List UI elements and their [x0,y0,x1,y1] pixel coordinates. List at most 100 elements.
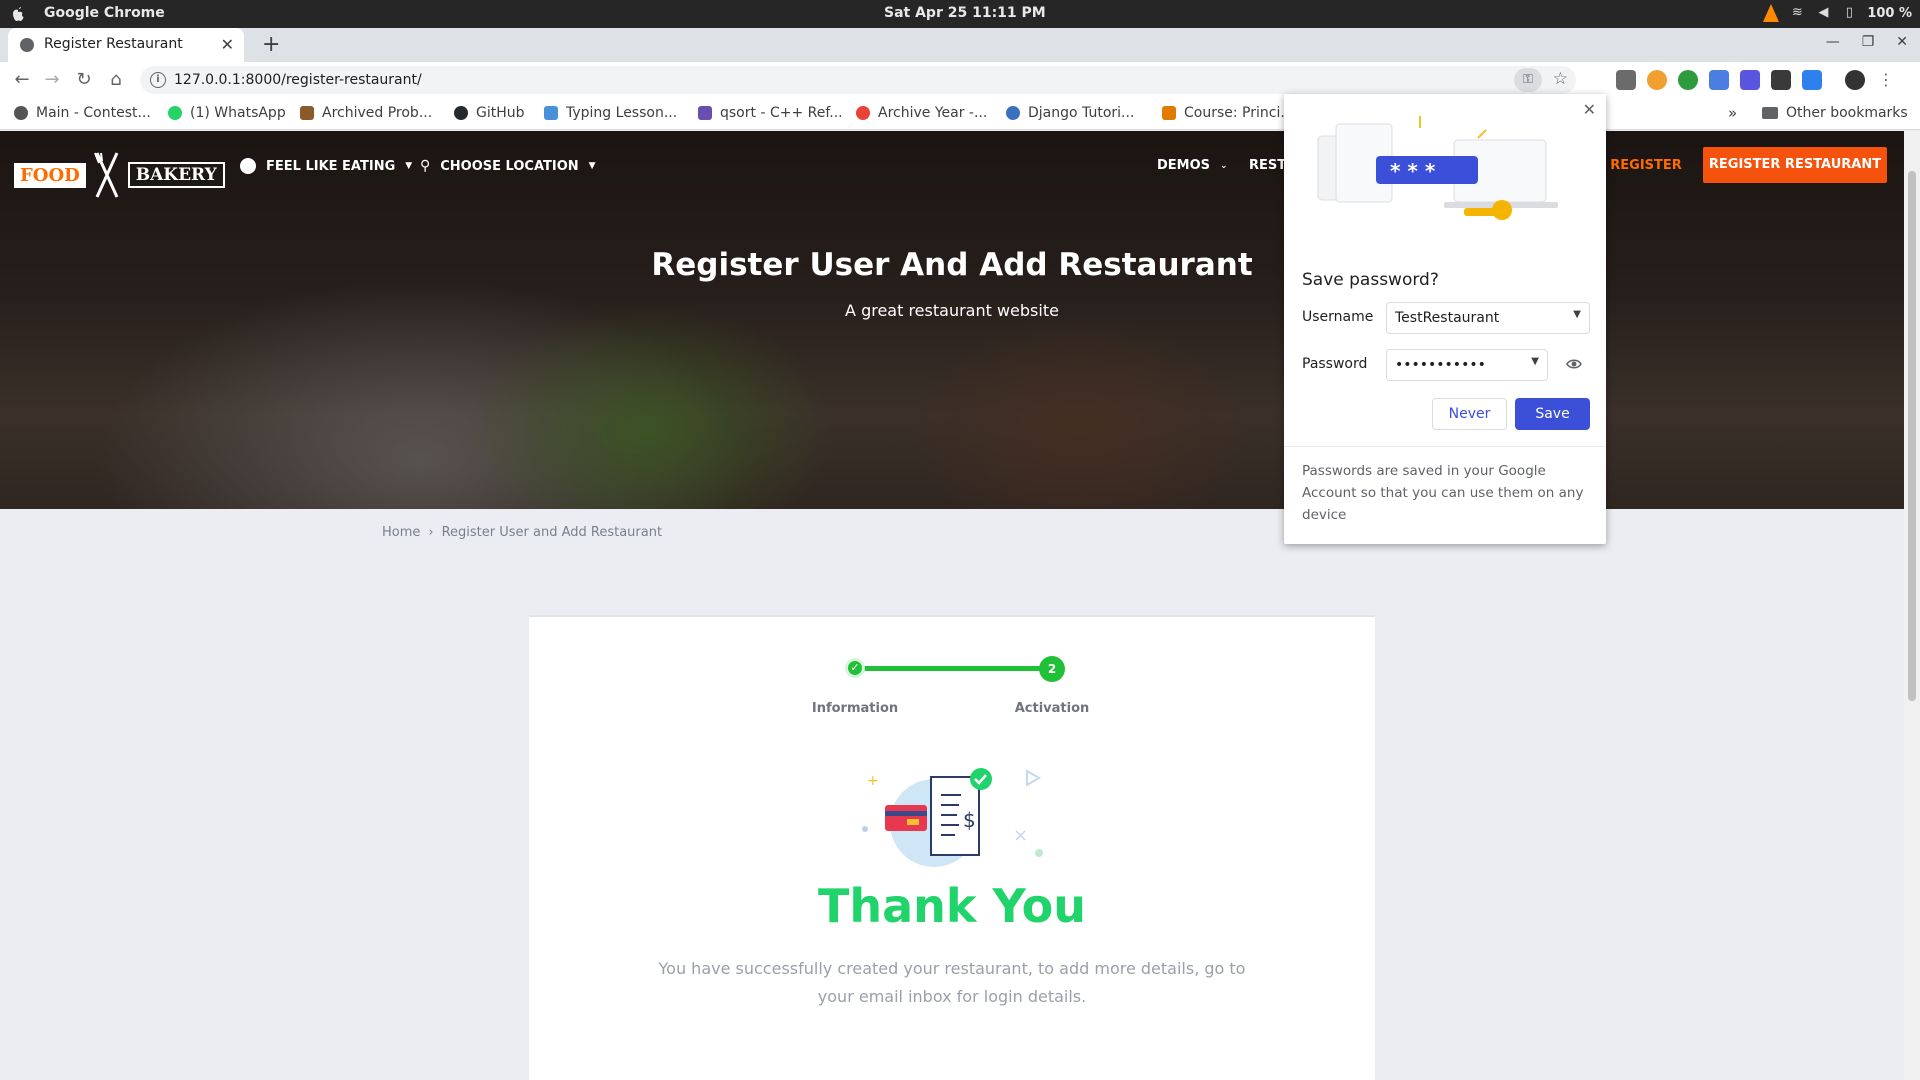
system-clock[interactable]: Sat Apr 25 11:11 PM [884,5,1046,21]
fork-knife-icon [93,152,119,198]
nav-demos[interactable]: DEMOS ⌄ [1157,158,1228,173]
battery-icon[interactable]: ▯ [1841,5,1857,21]
bookmark-label: Course: Princi... [1184,105,1294,121]
bookmark-star-icon[interactable]: ☆ [1553,69,1568,89]
globe-icon [14,106,28,120]
tab-close-icon[interactable]: ✕ [221,35,234,54]
apple-logo-icon[interactable] [10,5,26,23]
typing-icon [544,106,558,120]
nav-label: CHOOSE LOCATION [440,158,579,174]
compass-icon [240,158,256,174]
password-field[interactable]: ••••••••••• ▼ [1386,349,1548,381]
bookmark-item[interactable]: (1) WhatsApp [168,105,286,121]
more-bookmarks-button[interactable]: » [1728,104,1737,122]
volume-icon[interactable]: ◀ [1815,5,1831,21]
eyedropper-extension-icon[interactable] [1616,70,1636,90]
page-scrollbar[interactable] [1904,131,1920,1080]
back-arrow-icon[interactable]: ← [10,68,34,92]
other-bookmarks[interactable]: Other bookmarks [1762,105,1908,121]
active-app-name[interactable]: Google Chrome [44,5,165,21]
svg-text:$: $ [963,808,976,832]
thank-you-heading: Thank You [818,879,1086,933]
step-2-indicator: 2 [1039,656,1065,682]
site-logo[interactable]: FOOD BAKERY [14,151,225,199]
scrollbar-thumb[interactable] [1908,171,1916,701]
bookmark-item[interactable]: Main - Contest... [14,105,151,121]
profile-avatar[interactable] [1845,70,1865,90]
archive-icon [300,106,314,120]
password-stars: * * * [1390,159,1436,183]
never-button[interactable]: Never [1432,398,1507,430]
nav-register-link[interactable]: / REGISTER [1601,158,1682,173]
folder-icon [1762,107,1778,119]
web-page: FOOD BAKERY FEEL LIKE EATING ▼ ⚲ CHOOSE … [0,131,1904,1080]
logo-bakery: BAKERY [127,162,225,188]
breadcrumb-current: Register User and Add Restaurant [441,525,663,540]
whatsapp-icon [168,106,182,120]
globe-extension-icon[interactable] [1678,70,1698,90]
bookmark-item[interactable]: Django Tutori... [1006,105,1134,121]
bookmark-item[interactable]: qsort - C++ Ref... [698,105,843,121]
save-password-dialog: ✕ * * * Save password? Username TestRest… [1284,94,1606,544]
bookmark-item[interactable]: Typing Lesson... [544,105,677,121]
dropdown-arrow-icon[interactable]: ▼ [1573,309,1581,320]
battery-percent: 100 % [1867,5,1912,21]
window-controls: — ❐ ✕ [1826,34,1908,50]
url-text[interactable]: 127.0.0.1:8000/register-restaurant/ [174,72,422,88]
step-complete-check-icon: ✓ [845,658,865,678]
nav-label: DEMOS [1157,158,1211,173]
address-bar[interactable]: i 127.0.0.1:8000/register-restaurant/ ⚿ … [140,66,1576,94]
password-save-illustration: * * * [1317,116,1558,220]
dropdown-arrow-icon[interactable]: ▼ [1531,356,1539,367]
window-close-icon[interactable]: ✕ [1896,34,1908,50]
calendar-extension-icon[interactable] [1740,70,1760,90]
translate-extension-icon[interactable] [1709,70,1729,90]
logo-food: FOOD [14,162,86,188]
reload-icon[interactable]: ↻ [72,68,96,92]
caret-down-icon: ▼ [588,161,596,171]
forward-arrow-icon[interactable]: → [40,68,64,92]
os-top-bar: Google Chrome Sat Apr 25 11:11 PM ≋ ◀ ▯ … [0,0,1920,28]
menu-kebab-icon[interactable]: ⋮ [1876,70,1896,90]
home-icon[interactable]: ⌂ [104,68,128,92]
bookmark-item[interactable]: Archived Prob... [300,105,432,121]
shield-extension-icon[interactable] [1771,70,1791,90]
show-password-eye-icon[interactable] [1566,356,1582,372]
site-info-icon[interactable]: i [150,72,166,88]
breadcrumb-home[interactable]: Home [382,525,420,540]
bookmark-item[interactable]: Course: Princi... [1162,105,1294,121]
vlc-icon[interactable] [1763,4,1780,22]
nav-feel-like-eating[interactable]: FEEL LIKE EATING ▼ [240,158,412,174]
cpp-reference-icon [698,106,712,120]
restore-icon[interactable]: ❐ [1862,34,1875,50]
google-icon [856,106,870,120]
check-extension-icon[interactable] [1802,70,1822,90]
bookmark-item[interactable]: Archive Year -... [856,105,987,121]
registration-card: ✓ 2 Information Activation + $ × Thank Y… [529,615,1375,1080]
bookmark-label: Typing Lesson... [566,105,678,121]
thank-you-message: You have successfully created your resta… [658,959,1246,1006]
tab-title: Register Restaurant [44,36,183,52]
bookmark-item[interactable]: GitHub [454,105,525,121]
username-field[interactable]: TestRestaurant ▼ [1386,302,1590,334]
progress-steps: ✓ 2 Information Activation [529,617,1375,737]
active-tab[interactable]: Register Restaurant ✕ [8,28,244,62]
browser-tab-bar: Register Restaurant ✕ + — ❐ ✕ [0,28,1920,62]
other-bookmarks-label: Other bookmarks [1786,105,1908,121]
username-label: Username [1302,309,1374,325]
nav-choose-location[interactable]: ⚲ CHOOSE LOCATION ▼ [420,158,596,174]
password-key-icon[interactable]: ⚿ [1514,68,1542,92]
bookmark-label: (1) WhatsApp [190,105,286,121]
register-restaurant-button[interactable]: REGISTER RESTAURANT [1703,147,1887,183]
save-button[interactable]: Save [1515,398,1590,430]
new-tab-button[interactable]: + [262,32,280,57]
username-value: TestRestaurant [1395,310,1500,326]
minimize-icon[interactable]: — [1826,34,1840,50]
bookmark-label: Archived Prob... [322,105,433,121]
cookie-extension-icon[interactable] [1647,70,1667,90]
wifi-icon[interactable]: ≋ [1789,5,1805,21]
bookmarks-bar: Main - Contest... (1) WhatsApp Archived … [0,98,1920,130]
nav-label: FEEL LIKE EATING [266,158,396,174]
svg-text:×: × [1013,825,1028,846]
hero-banner: FOOD BAKERY FEEL LIKE EATING ▼ ⚲ CHOOSE … [0,131,1904,509]
